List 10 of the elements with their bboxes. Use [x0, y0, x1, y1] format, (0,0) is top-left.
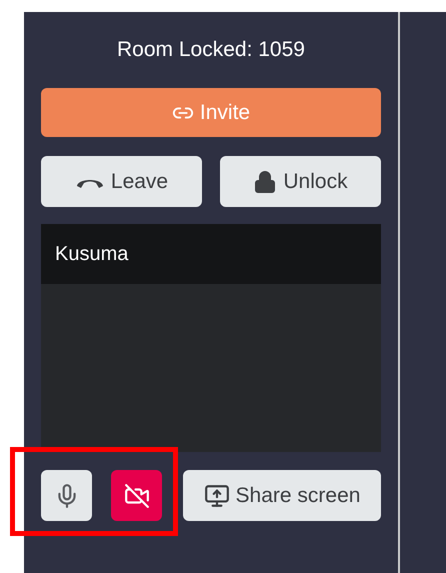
microphone-button[interactable]: [41, 470, 92, 521]
room-title: Room Locked: 1059: [117, 37, 305, 63]
participant-name: Kusuma: [55, 242, 128, 267]
leave-button[interactable]: Leave: [41, 156, 202, 207]
screen-share-icon: [204, 482, 230, 508]
unlock-button[interactable]: Unlock: [220, 156, 381, 207]
camera-icon: [124, 482, 150, 508]
lock-icon: [253, 170, 278, 194]
share-screen-button[interactable]: Share screen: [183, 470, 381, 521]
camera-button[interactable]: [111, 470, 162, 521]
